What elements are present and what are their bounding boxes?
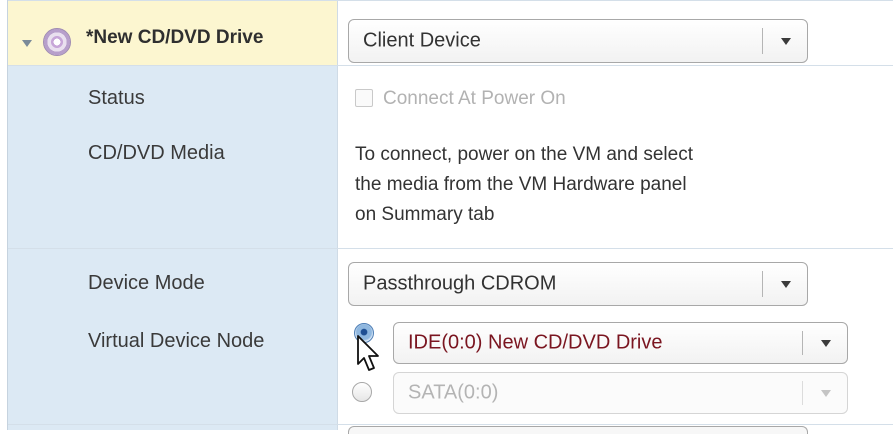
- media-info-line: on Summary tab: [355, 204, 495, 225]
- dropdown-separator: [762, 28, 763, 54]
- chevron-down-icon[interactable]: [22, 40, 32, 47]
- media-info-line: To connect, power on the VM and select: [355, 144, 693, 165]
- next-row-select-edge: [348, 426, 808, 434]
- status-label: Status: [88, 87, 145, 109]
- chevron-down-icon: [821, 390, 831, 397]
- virtual-device-node-label: Virtual Device Node: [88, 330, 265, 352]
- chevron-down-icon[interactable]: [781, 38, 791, 45]
- media-info-line: the media from the VM Hardware panel: [355, 174, 687, 195]
- mouse-pointer-icon: [357, 335, 379, 371]
- row-divider: [8, 0, 893, 1]
- sata-node-select: SATA(0:0): [393, 372, 848, 414]
- connect-at-power-on-checkbox[interactable]: [355, 89, 373, 107]
- row-divider: [8, 248, 893, 249]
- connect-at-power-on-label: Connect At Power On: [383, 88, 566, 109]
- device-title: *New CD/DVD Drive: [86, 27, 264, 48]
- device-type-value: Client Device: [363, 29, 481, 52]
- ide-node-value: IDE(0:0) New CD/DVD Drive: [408, 331, 663, 354]
- sata-node-radio[interactable]: [352, 382, 372, 402]
- row-divider: [8, 424, 893, 425]
- dropdown-separator: [802, 331, 803, 355]
- sata-node-value: SATA(0:0): [408, 381, 499, 404]
- chevron-down-icon[interactable]: [781, 281, 791, 288]
- device-mode-select[interactable]: Passthrough CDROM: [348, 262, 808, 306]
- chevron-down-icon[interactable]: [821, 340, 831, 347]
- row-divider: [8, 65, 893, 66]
- device-mode-label: Device Mode: [88, 272, 205, 294]
- cd-dvd-media-label: CD/DVD Media: [88, 142, 225, 164]
- dropdown-separator: [762, 271, 763, 297]
- cd-dvd-icon: [43, 28, 71, 56]
- cd-dvd-media-info: To connect, power on the VM and select t…: [355, 140, 835, 230]
- dropdown-separator: [802, 381, 803, 405]
- device-mode-value: Passthrough CDROM: [363, 272, 557, 295]
- device-type-select[interactable]: Client Device: [348, 19, 808, 63]
- ide-node-select[interactable]: IDE(0:0) New CD/DVD Drive: [393, 322, 848, 364]
